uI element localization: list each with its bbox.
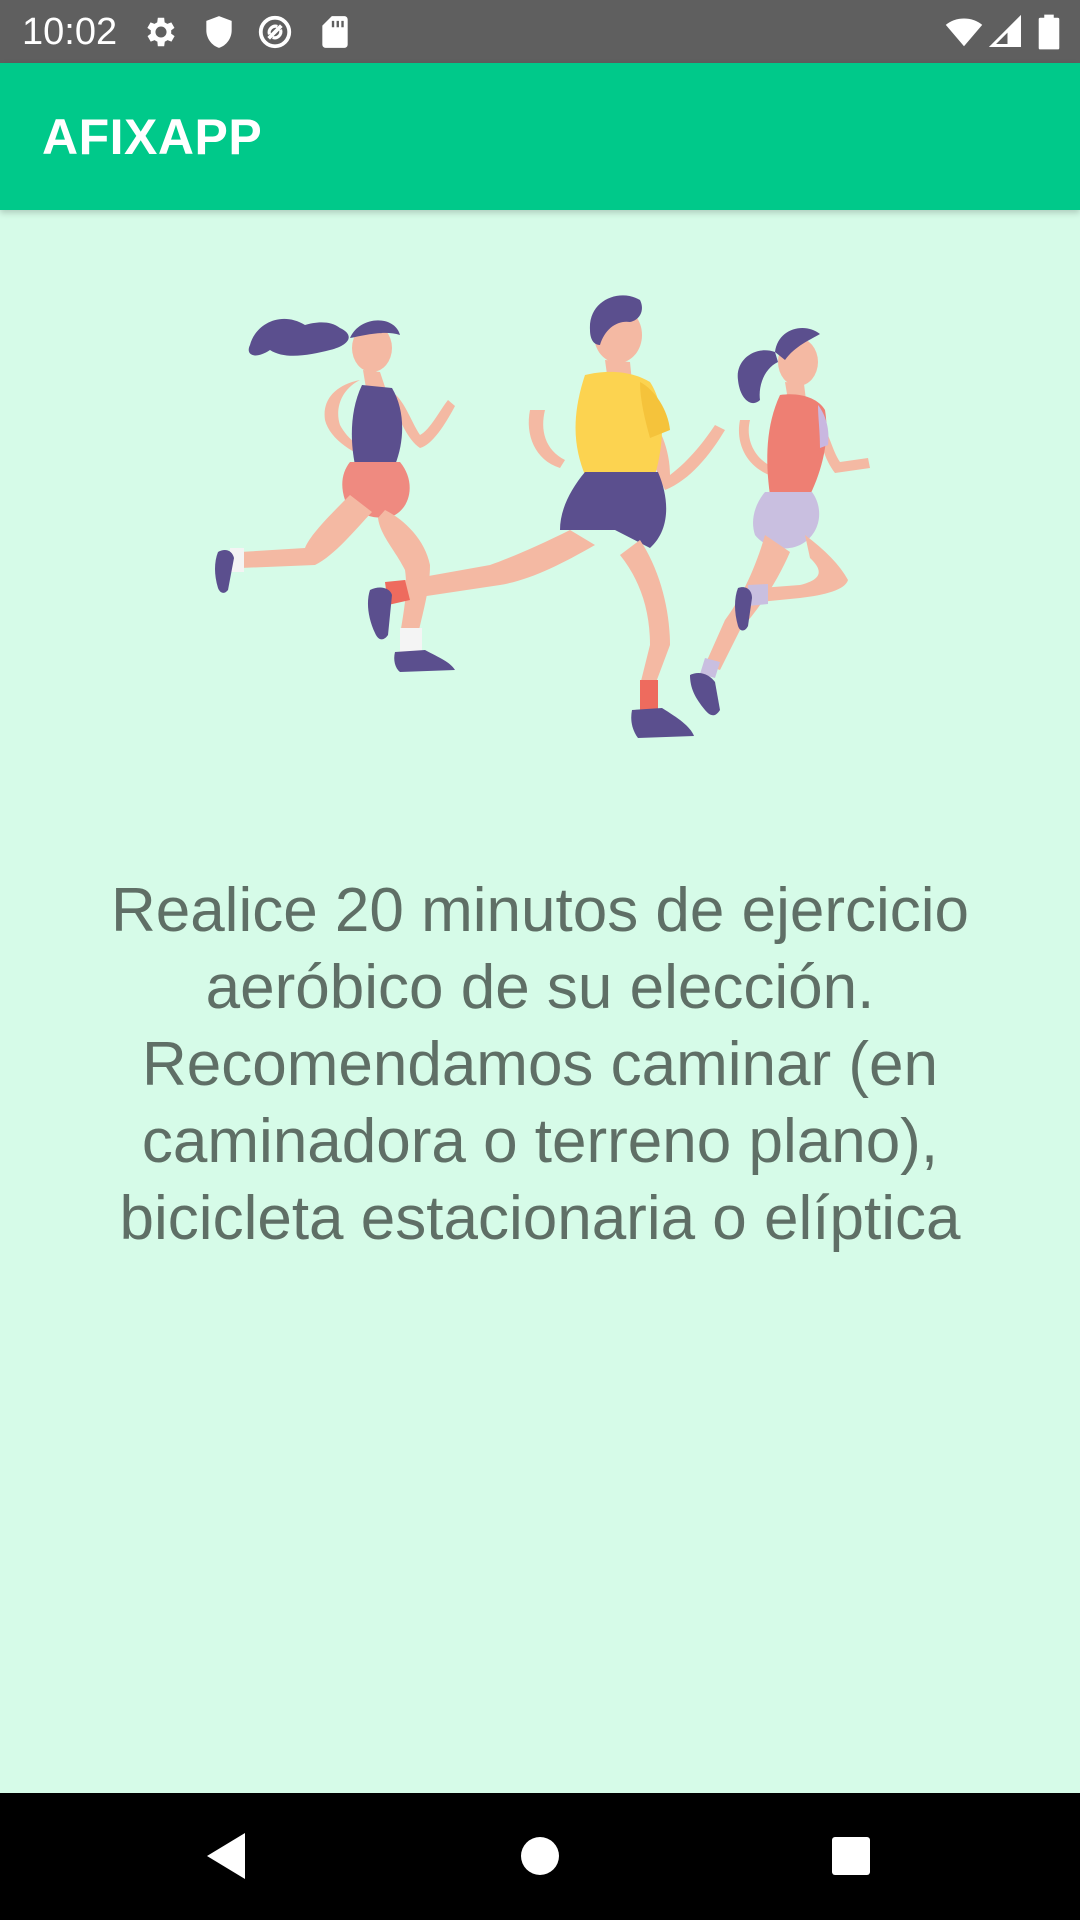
status-time: 10:02 <box>22 11 118 53</box>
nav-bar <box>0 1793 1080 1920</box>
recents-button[interactable] <box>818 1823 884 1889</box>
wifi-icon <box>945 18 983 47</box>
instruction-text: Realice 20 minutos de ejercicio aeróbico… <box>110 876 970 1253</box>
signal-icon <box>988 14 1021 47</box>
back-icon <box>207 1833 245 1879</box>
app-bar: AFIXAPP <box>0 63 1080 210</box>
home-button[interactable] <box>507 1823 573 1889</box>
gear-icon <box>147 17 175 47</box>
battery-icon <box>1038 14 1060 50</box>
shield-icon <box>206 16 232 48</box>
no-sync-icon <box>258 15 292 49</box>
runner-woman-right <box>690 328 870 716</box>
runner-woman-left <box>215 318 455 672</box>
status-bar: 10:02 <box>0 0 1080 63</box>
recents-icon <box>832 1837 870 1875</box>
runners-illustration <box>215 295 870 738</box>
back-button[interactable] <box>193 1823 259 1889</box>
sd-card-icon <box>322 16 348 48</box>
runner-man <box>367 295 725 738</box>
home-icon <box>521 1837 559 1875</box>
screen: 10:02 AFIXAPP Realice 20 minutos de ejer… <box>0 0 1080 1920</box>
app-title: AFIXAPP <box>42 109 263 165</box>
